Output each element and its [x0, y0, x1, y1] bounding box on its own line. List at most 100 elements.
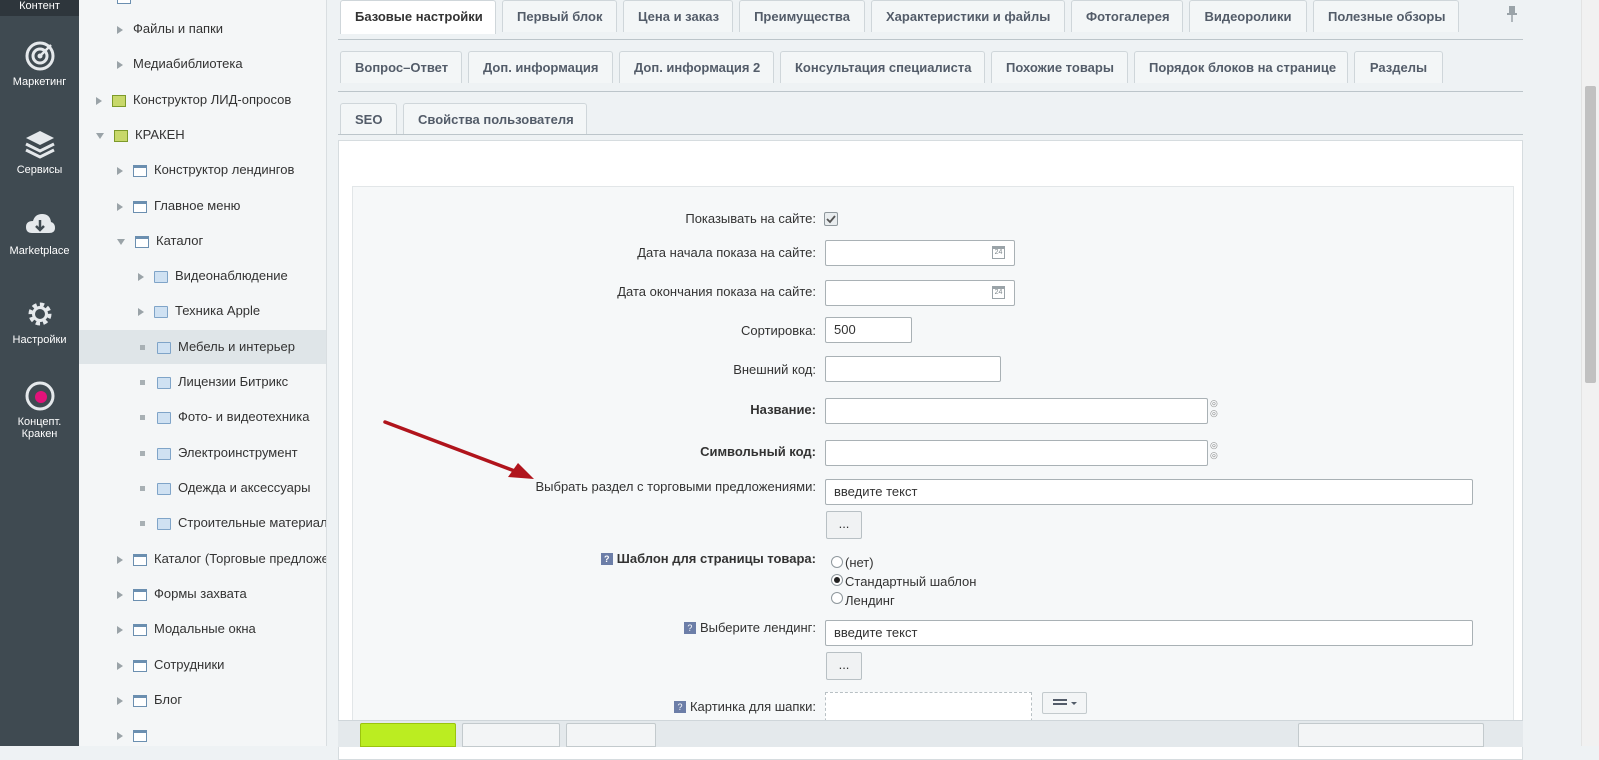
tab-extra-info-2[interactable]: Доп. информация 2 [619, 51, 774, 83]
expand-arrow-icon[interactable] [117, 60, 123, 69]
header-image-label: ? Картинка для шапки: [673, 699, 816, 714]
rail-item-content[interactable]: Контент [0, 0, 79, 16]
tab-seo[interactable]: SEO [340, 103, 397, 135]
tree-item-furniture[interactable]: Мебель и интерьер [79, 330, 326, 364]
tab-user-properties[interactable]: Свойства пользователя [403, 103, 587, 135]
tab-photo-gallery[interactable]: Фотогалерея [1071, 0, 1183, 32]
ext-code-label: Внешний код: [733, 362, 816, 377]
tree-item-media[interactable]: Медиабиблиотека [117, 47, 243, 81]
tree-item-kraken[interactable]: КРАКЕН [96, 118, 185, 152]
expand-arrow-icon[interactable] [117, 25, 123, 34]
tab-useful-reviews[interactable]: Полезные обзоры [1313, 0, 1459, 32]
folder-icon [157, 517, 171, 530]
header-image-menu-button[interactable] [1042, 692, 1087, 714]
rail-item-settings[interactable]: Настройки [0, 298, 79, 346]
scrollbar-thumb[interactable] [1585, 86, 1596, 383]
cancel-button[interactable] [566, 723, 656, 747]
tab-first-block[interactable]: Первый блок [502, 0, 617, 32]
expand-arrow-icon[interactable] [117, 202, 123, 211]
tab-basic-settings[interactable]: Базовые настройки [340, 0, 496, 34]
offers-section-browse-button[interactable]: ... [826, 511, 862, 539]
calendar-icon[interactable]: 24 [992, 246, 1005, 259]
tree-item-modals[interactable]: Модальные окна [117, 612, 256, 646]
transliterate-icon[interactable]: ◎ ◎ [1210, 440, 1222, 462]
calendar-icon[interactable]: 24 [992, 286, 1005, 299]
collapse-arrow-icon[interactable] [96, 132, 104, 139]
tab-sections[interactable]: Разделы [1354, 51, 1443, 83]
offers-section-input[interactable]: введите текст [825, 479, 1473, 505]
expand-arrow-icon[interactable] [117, 696, 123, 705]
tree-item-label: Видеонаблюдение [175, 268, 288, 283]
tab-faq[interactable]: Вопрос–Ответ [340, 51, 462, 83]
rail-item-services[interactable]: Сервисы [0, 128, 79, 176]
name-input[interactable] [825, 398, 1208, 424]
code-input[interactable] [825, 440, 1208, 466]
tree-item-tools[interactable]: Электроинструмент [138, 436, 298, 470]
tab-extra-info[interactable]: Доп. информация [468, 51, 613, 83]
pin-icon[interactable] [1506, 6, 1518, 22]
collapse-arrow-icon[interactable] [117, 238, 125, 245]
date-end-input[interactable]: 24 [825, 280, 1015, 306]
show-on-site-checkbox[interactable] [824, 212, 838, 226]
tab-similar-products[interactable]: Похожие товары [991, 51, 1128, 83]
tab-specialist-consult[interactable]: Консультация специалиста [780, 51, 985, 83]
tab-price-order[interactable]: Цена и заказ [623, 0, 733, 32]
tree-item-catalog[interactable]: Каталог [117, 224, 203, 258]
expand-arrow-icon[interactable] [117, 555, 123, 564]
tab-specs-files[interactable]: Характеристики и файлы [871, 0, 1065, 32]
landing-input[interactable]: введите текст [825, 620, 1473, 646]
tree-item-catalog-offers[interactable]: Каталог (Торговые предложения) [117, 542, 326, 576]
tree-item-staff[interactable]: Сотрудники [117, 648, 224, 682]
date-start-input[interactable]: 24 [825, 240, 1015, 266]
landing-browse-button[interactable]: ... [826, 652, 862, 680]
expand-arrow-icon[interactable] [138, 307, 144, 316]
tree-item-blog[interactable]: Блог [117, 683, 182, 717]
transliterate-icon[interactable]: ◎ ◎ [1210, 398, 1222, 420]
iblock-icon [133, 729, 147, 742]
tree-item-apple[interactable]: Техника Apple [138, 294, 260, 328]
tree-item-licenses[interactable]: Лицензии Битрикс [138, 365, 288, 399]
ext-code-input[interactable] [825, 356, 1001, 382]
help-icon[interactable]: ? [600, 553, 613, 565]
tree-item-files[interactable]: Файлы и папки [117, 12, 223, 46]
expand-arrow-icon[interactable] [96, 96, 102, 105]
tree-item-clothes[interactable]: Одежда и аксессуары [138, 471, 310, 505]
tab-label: Разделы [1369, 60, 1428, 75]
expand-arrow-icon[interactable] [117, 731, 123, 740]
tree-item-partial-bottom[interactable] [117, 718, 154, 746]
tab-separator [338, 91, 1523, 92]
tab-label: Видеоролики [1204, 9, 1292, 24]
tree-item-video[interactable]: Видеонаблюдение [138, 259, 288, 293]
tab-advantages[interactable]: Преимущества [739, 0, 865, 32]
apply-button[interactable] [462, 723, 560, 747]
tab-block-order[interactable]: Порядок блоков на странице [1134, 51, 1348, 83]
help-icon[interactable]: ? [673, 701, 686, 713]
expand-arrow-icon[interactable] [117, 166, 123, 175]
save-and-add-button[interactable] [1298, 723, 1484, 747]
expand-arrow-icon[interactable] [117, 590, 123, 599]
rail-item-marketplace[interactable]: Marketplace [0, 209, 79, 257]
iblock-icon [133, 694, 147, 707]
expand-arrow-icon[interactable] [117, 661, 123, 670]
save-button[interactable] [360, 723, 456, 747]
tree-item-label: Модальные окна [154, 621, 256, 636]
tree-item-lead-constructor[interactable]: Конструктор ЛИД-опросов [96, 83, 291, 117]
help-icon[interactable]: ? [683, 622, 696, 634]
rail-item-kraken[interactable]: Концепт. Кракен [0, 380, 79, 440]
template-radio-none[interactable] [831, 556, 843, 568]
tree-item-landing-constructor[interactable]: Конструктор лендингов [117, 153, 294, 187]
template-radio-landing[interactable] [831, 592, 843, 604]
tree-item-forms[interactable]: Формы захвата [117, 577, 247, 611]
sort-input[interactable]: 500 [825, 317, 912, 343]
tree-item-main-menu[interactable]: Главное меню [117, 189, 240, 223]
expand-arrow-icon[interactable] [138, 272, 144, 281]
page-scrollbar[interactable] [1581, 0, 1599, 746]
expand-arrow-icon[interactable] [117, 625, 123, 634]
tree-item-building[interactable]: Строительные материалы [138, 506, 326, 540]
tab-label: Вопрос–Ответ [355, 60, 449, 75]
template-radio-standard[interactable] [831, 574, 843, 586]
rail-item-marketing[interactable]: Маркетинг [0, 40, 79, 88]
show-on-site-label: Показывать на сайте: [685, 211, 816, 226]
tab-videos[interactable]: Видеоролики [1189, 0, 1307, 32]
tree-item-photo[interactable]: Фото- и видеотехника [138, 400, 310, 434]
